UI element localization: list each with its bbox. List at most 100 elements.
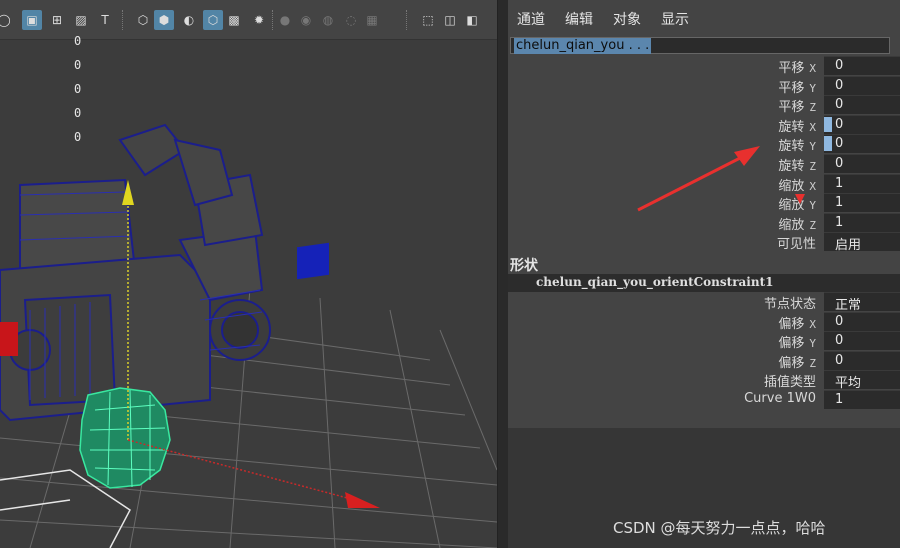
attribute-name: 插值类型: [763, 375, 816, 391]
selected-channel-marker: [824, 136, 832, 152]
default-material-icon[interactable]: ◐: [179, 10, 199, 30]
menu-object[interactable]: 对象: [613, 9, 641, 29]
attribute-value-field[interactable]: 1: [824, 390, 900, 409]
input_attributes-row[interactable]: 偏移 Z 0: [508, 350, 900, 371]
attribute-axis: Z: [809, 356, 816, 370]
attribute-name: 缩放: [778, 217, 805, 233]
xray-active-icon[interactable]: ◧: [462, 10, 482, 30]
attribute-value-field[interactable]: 1: [824, 173, 900, 193]
z-axis-box: [297, 242, 329, 280]
attribute-label: 偏移 Y: [778, 332, 816, 351]
panel-splitter[interactable]: [497, 0, 508, 548]
input_attributes-row[interactable]: 节点状态 正常: [508, 292, 900, 313]
ambient-occlusion-icon[interactable]: ◉: [296, 10, 316, 30]
channel-box-menubar: 通道 编辑 对象 显示: [508, 0, 900, 34]
attribute-label: 缩放 Z: [778, 214, 816, 233]
ring-icon[interactable]: ◯: [0, 10, 14, 30]
input_attributes-row[interactable]: Curve 1W0 1: [508, 390, 900, 409]
image-plane-icon[interactable]: ▨: [71, 10, 91, 30]
attributes-row[interactable]: 缩放 Z 1: [508, 212, 900, 233]
attribute-value: 0: [835, 352, 844, 368]
attribute-axis: Y: [809, 140, 816, 154]
attributes-row[interactable]: 平移 Y 0: [508, 75, 900, 96]
input_attributes-row[interactable]: 偏移 X 0: [508, 311, 900, 332]
depth-icon[interactable]: ▦: [362, 10, 382, 30]
input_attributes-row[interactable]: 插值类型 平均: [508, 370, 900, 392]
attribute-value-field[interactable]: 0: [824, 56, 900, 75]
xray-joints-icon[interactable]: ◫: [440, 10, 460, 30]
antialias-icon[interactable]: ◌: [341, 10, 361, 30]
shadows-icon[interactable]: ●: [275, 10, 295, 30]
attribute-value-field[interactable]: 0: [824, 114, 900, 134]
attribute-value: 0: [835, 156, 844, 171]
attribute-label: 缩放 Y: [778, 194, 816, 213]
attribute-label: 平移 Y: [778, 77, 816, 96]
attribute-value: 启用: [835, 238, 862, 254]
attributes-row[interactable]: 旋转 X 0: [508, 114, 900, 135]
attribute-name: 可见性: [776, 237, 816, 253]
object-name-field[interactable]: chelun_qian_you . . .: [510, 37, 890, 54]
attribute-name: 缩放: [778, 178, 805, 194]
attribute-label: 偏移 Z: [778, 352, 816, 371]
x-axis-cone: [345, 492, 380, 508]
attribute-label: 旋转 Y: [778, 135, 816, 154]
attributes-row[interactable]: 平移 Z 0: [508, 95, 900, 115]
attribute-value-field[interactable]: 0: [824, 134, 900, 154]
input-node-header[interactable]: chelun_qian_you_orientConstraint1: [508, 274, 900, 292]
xray-icon[interactable]: ▩: [224, 10, 244, 30]
grid-icon[interactable]: ⊞: [47, 10, 67, 30]
attribute-value: 0: [835, 313, 844, 329]
motion-blur-icon[interactable]: ◍: [318, 10, 338, 30]
text-icon[interactable]: T: [95, 10, 115, 30]
attribute-value-field[interactable]: 1: [824, 193, 900, 213]
attribute-label: Curve 1W0: [744, 391, 816, 406]
attribute-label: 节点状态: [764, 293, 816, 312]
attribute-value-field[interactable]: 0: [824, 311, 900, 331]
film-gate-icon[interactable]: ▣: [22, 10, 42, 30]
toolbar-separator: [272, 10, 274, 30]
wireframe-cube-icon[interactable]: ⬡: [133, 10, 153, 30]
input_attributes-row[interactable]: 偏移 Y 0: [508, 331, 900, 351]
wireframe-on-shaded-icon[interactable]: ⬡: [203, 10, 223, 30]
attributes-row[interactable]: 旋转 Z 0: [508, 154, 900, 174]
attribute-value-field[interactable]: 0: [824, 331, 900, 351]
menu-channels[interactable]: 通道: [517, 9, 545, 29]
attributes-row[interactable]: 可见性 启用: [508, 232, 900, 254]
attribute-axis: Z: [809, 218, 816, 232]
attributes-row[interactable]: 旋转 Y 0: [508, 134, 900, 154]
attribute-label: 平移 Z: [778, 96, 816, 115]
isolate-select-icon[interactable]: ⬚: [418, 10, 438, 30]
attribute-value-field[interactable]: 0: [824, 75, 900, 95]
attribute-value-field[interactable]: 0: [824, 154, 900, 173]
watermark: CSDN @每天努力一点点，哈哈: [613, 519, 826, 537]
attribute-name: 偏移: [778, 336, 805, 352]
attribute-value-field[interactable]: 1: [824, 212, 900, 232]
attribute-axis: X: [809, 62, 816, 75]
attribute-value-field[interactable]: 启用: [824, 232, 900, 254]
toolbar-separator: [406, 10, 408, 30]
attribute-axis: X: [809, 179, 816, 193]
attribute-axis: Z: [809, 160, 816, 173]
attribute-value: 正常: [835, 298, 862, 313]
attributes-row[interactable]: 缩放 Y 1: [508, 193, 900, 213]
attribute-name: Curve 1W0: [744, 391, 816, 406]
attributes-row[interactable]: 平移 X 0: [508, 56, 900, 76]
object-name-text: chelun_qian_you . . .: [514, 38, 652, 54]
viewport-3d[interactable]: ◯ ▣ ⊞ ▨ T ⬡ ⬢ ◐ ⬡ ▩ ✹ ● ◉ ◍ ◌ ▦ ⬚ ◫ ◧ 0 0 0 0 0: [0, 0, 497, 548]
attribute-value-field[interactable]: 正常: [824, 292, 900, 313]
menu-edit[interactable]: 编辑: [565, 9, 593, 29]
attribute-value: 0: [835, 97, 844, 113]
attribute-value-field[interactable]: 0: [824, 350, 900, 370]
attribute-value: 平均: [835, 376, 862, 392]
smooth-shade-icon[interactable]: ⬢: [154, 10, 174, 30]
attribute-axis: Y: [809, 199, 816, 213]
attributes-row[interactable]: 缩放 X 1: [508, 173, 900, 194]
attribute-value-field[interactable]: 0: [824, 95, 900, 115]
attribute-axis: Y: [809, 81, 816, 95]
attribute-value-field[interactable]: 平均: [824, 370, 900, 392]
menu-show[interactable]: 显示: [661, 9, 689, 29]
input-node-name: chelun_qian_you_orientConstraint1: [536, 275, 774, 289]
attribute-value: 0: [835, 77, 844, 93]
lights-icon[interactable]: ✹: [249, 10, 269, 30]
attribute-value: 0: [835, 58, 844, 73]
